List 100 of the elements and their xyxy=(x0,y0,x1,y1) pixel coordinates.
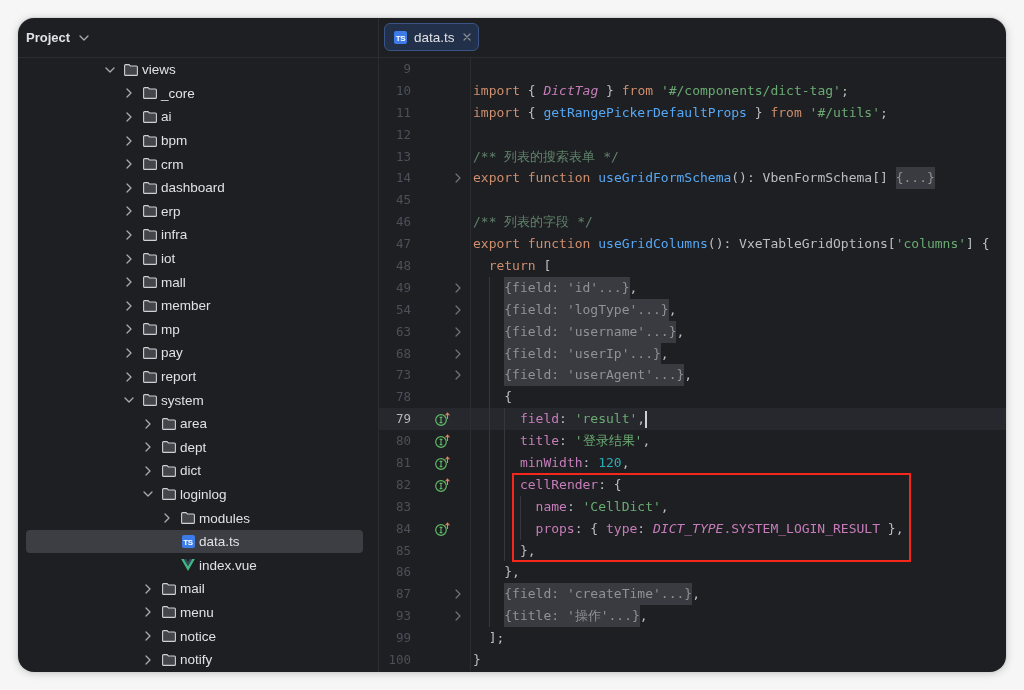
tree-item[interactable]: notify xyxy=(142,647,213,672)
editor-tab[interactable]: TS data.ts xyxy=(384,23,479,51)
folder-icon xyxy=(181,512,195,525)
folder-icon xyxy=(162,488,176,501)
chevron-right-icon[interactable] xyxy=(126,324,132,335)
file-type-badge: TS xyxy=(181,535,195,549)
fold-chevron-icon[interactable] xyxy=(455,173,461,184)
folder-icon xyxy=(143,370,157,383)
code-line: props: { type: DICT_TYPE.SYSTEM_LOGIN_RESULT }, xyxy=(535,519,904,538)
tree-item[interactable]: crm xyxy=(123,152,184,176)
tree-item[interactable]: dict xyxy=(142,459,201,483)
tree-item[interactable]: erp xyxy=(123,199,181,224)
tree-item[interactable]: infra xyxy=(123,223,188,247)
folder-icon xyxy=(143,205,157,218)
folder-icon xyxy=(143,346,157,359)
code-line: /** 列表的搜索表单 */ xyxy=(473,147,619,166)
file-type-badge: TS xyxy=(394,30,407,44)
fold-chevron-icon[interactable] xyxy=(455,282,461,293)
chevron-right-icon[interactable] xyxy=(126,159,132,170)
chevron-right-icon[interactable] xyxy=(145,583,151,594)
chevron-right-icon[interactable] xyxy=(126,371,132,382)
tree-item[interactable]: bpm xyxy=(123,128,188,153)
tree-item[interactable]: menu xyxy=(142,600,214,625)
tree-item[interactable]: dashboard xyxy=(123,175,225,200)
gutter-marker-icon[interactable] xyxy=(435,455,450,470)
chevron-right-icon[interactable] xyxy=(126,229,132,240)
project-view-dropdown[interactable]: Project xyxy=(26,30,90,45)
gutter-marker-icon[interactable] xyxy=(435,412,450,427)
chevron-right-icon[interactable] xyxy=(126,253,132,264)
code-line: }, xyxy=(519,541,536,560)
folder-icon xyxy=(143,276,157,289)
chevron-down-icon[interactable] xyxy=(105,66,115,73)
chevron-right-icon[interactable] xyxy=(164,513,170,524)
code-line: export function useGridFormSchema(): VbenFormSchema[] {...} xyxy=(473,167,935,190)
chevron-right-icon[interactable] xyxy=(126,135,132,146)
fold-chevron-icon[interactable] xyxy=(455,304,461,315)
folder-icon xyxy=(162,630,176,643)
folder-icon xyxy=(143,228,157,241)
code-line: {field: 'createTime'...}, xyxy=(504,583,700,606)
chevron-right-icon[interactable] xyxy=(126,112,132,122)
tree-item[interactable]: ai xyxy=(123,105,172,129)
chevron-down-icon[interactable] xyxy=(143,491,153,498)
code-line: {title: '操作'...}, xyxy=(504,605,648,628)
code-line: import { DictTag } from '#/components/dict-tag'; xyxy=(473,81,849,100)
code-line: title: '登录结果', xyxy=(519,432,651,451)
close-icon[interactable] xyxy=(462,33,471,41)
chevron-right-icon[interactable] xyxy=(145,654,151,665)
folder-icon xyxy=(143,158,157,171)
tree-item[interactable]: mail xyxy=(142,577,205,601)
chevron-right-icon[interactable] xyxy=(145,418,151,429)
fold-chevron-icon[interactable] xyxy=(455,326,461,337)
tree-item[interactable]: TS data.ts xyxy=(181,529,240,554)
fold-chevron-icon[interactable] xyxy=(455,348,461,359)
code-line: }, xyxy=(504,563,520,582)
code-line: name: 'CellDict', xyxy=(535,497,669,516)
fold-chevron-icon[interactable] xyxy=(455,611,461,622)
code-line: {field: 'id'...}, xyxy=(504,276,638,299)
code-line: import { getRangePickerDefaultProps } from '#/utils'; xyxy=(473,103,888,122)
code-line: minWidth: 120, xyxy=(519,454,630,473)
tree-item[interactable]: report xyxy=(123,364,197,389)
fold-chevron-icon[interactable] xyxy=(455,370,461,381)
tree-item[interactable]: _core xyxy=(123,81,195,106)
chevron-down-icon[interactable] xyxy=(124,397,134,404)
tree-item[interactable]: mall xyxy=(123,270,186,294)
chevron-right-icon[interactable] xyxy=(126,300,132,311)
chevron-right-icon[interactable] xyxy=(126,88,132,99)
tree-item[interactable]: area xyxy=(142,411,208,436)
tree-item[interactable]: dept xyxy=(142,435,207,460)
tree-item[interactable]: notice xyxy=(142,624,217,648)
chevron-right-icon[interactable] xyxy=(145,465,151,476)
folder-icon xyxy=(143,87,157,100)
folder-icon xyxy=(143,181,157,194)
code-line: } xyxy=(473,651,481,670)
tree-item[interactable]: iot xyxy=(123,246,176,271)
chevron-right-icon[interactable] xyxy=(145,607,151,618)
folder-icon xyxy=(143,111,157,123)
folder-icon xyxy=(162,606,176,619)
code-line: {field: 'username'...}, xyxy=(504,320,685,343)
tree-item[interactable]: loginlog xyxy=(142,482,227,507)
chevron-right-icon[interactable] xyxy=(145,442,151,453)
tree-item[interactable]: mp xyxy=(123,317,180,342)
code-line: return [ xyxy=(488,257,552,275)
folder-icon xyxy=(143,134,157,147)
tree-item[interactable]: system xyxy=(123,388,204,412)
folder-icon xyxy=(143,252,157,265)
chevron-right-icon[interactable] xyxy=(145,631,151,642)
gutter-marker-icon[interactable] xyxy=(435,521,450,536)
chevron-right-icon[interactable] xyxy=(126,182,132,193)
tree-item[interactable]: member xyxy=(123,293,211,318)
chevron-right-icon[interactable] xyxy=(126,277,132,288)
gutter-marker-icon[interactable] xyxy=(435,477,450,492)
tree-item[interactable]: pay xyxy=(123,341,183,365)
chevron-right-icon[interactable] xyxy=(126,347,132,358)
gutter-marker-icon[interactable] xyxy=(435,434,450,449)
tree-item[interactable]: modules xyxy=(161,506,251,530)
fold-chevron-icon[interactable] xyxy=(455,589,461,600)
text-cursor-icon xyxy=(645,410,648,428)
tree-item[interactable]: index.vue xyxy=(181,553,257,578)
chevron-right-icon[interactable] xyxy=(126,206,132,217)
tree-item[interactable]: views xyxy=(104,58,176,82)
